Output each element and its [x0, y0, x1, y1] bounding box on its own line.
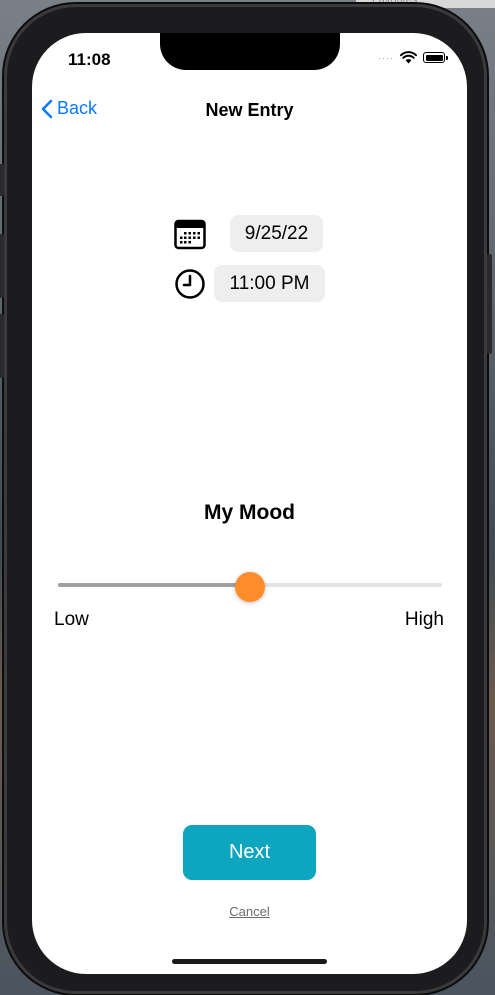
- status-time: 11:08: [68, 50, 111, 69]
- slider-active-track: [58, 583, 250, 587]
- mood-low-label: Low: [54, 609, 89, 630]
- volume-down-button: [0, 314, 4, 378]
- battery-icon: [423, 52, 448, 63]
- mute-switch: [0, 164, 4, 196]
- date-picker[interactable]: 9/25/22: [230, 215, 323, 252]
- date-row: 9/25/22: [174, 215, 323, 252]
- mood-title: My Mood: [204, 501, 295, 524]
- power-button: [487, 254, 492, 354]
- phone-frame: 11:08 ···· Back New Entry 9/25/22 11:00 …: [0, 4, 492, 994]
- app-screen: 11:08 ···· Back New Entry 9/25/22 11:00 …: [32, 33, 467, 974]
- cancel-link[interactable]: Cancel: [32, 904, 467, 919]
- signal-dots-icon: ····: [378, 52, 394, 63]
- mood-high-label: High: [404, 609, 444, 630]
- time-picker[interactable]: 11:00 PM: [214, 265, 325, 302]
- slider-thumb[interactable]: [235, 572, 265, 602]
- time-row: 11:00 PM: [174, 265, 325, 302]
- next-button[interactable]: Next: [183, 825, 316, 880]
- home-indicator: [172, 959, 327, 964]
- wifi-icon: [400, 51, 417, 64]
- volume-up-button: [0, 234, 4, 298]
- status-icons: ····: [378, 51, 448, 64]
- notch: [160, 33, 340, 70]
- mood-slider[interactable]: [58, 572, 442, 602]
- page-title: New Entry: [205, 100, 294, 120]
- calendar-icon: [174, 219, 206, 249]
- clock-icon: [175, 268, 205, 299]
